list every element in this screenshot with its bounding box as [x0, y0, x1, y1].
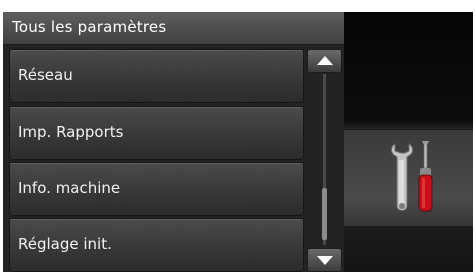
- scroll-thumb[interactable]: [322, 188, 327, 240]
- arrow-down-icon: [317, 256, 333, 265]
- menu-item-label: Imp. Rapports: [18, 123, 124, 141]
- scrollbar[interactable]: [307, 49, 342, 272]
- illustration-panel: [344, 12, 473, 272]
- page-title: Tous les paramètres: [12, 18, 167, 36]
- scroll-up-button[interactable]: [307, 49, 342, 73]
- menu-item-label: Info. machine: [18, 179, 121, 197]
- scroll-down-button[interactable]: [307, 248, 342, 272]
- screwdriver-icon: [418, 141, 433, 212]
- title-bar: Tous les paramètres: [3, 12, 344, 45]
- lcd-screen: Tous les paramètres Réseau Imp. Rapports…: [3, 12, 473, 272]
- arrow-up-icon: [317, 56, 333, 65]
- menu-item-label: Réseau: [18, 66, 73, 84]
- wrench-icon: [391, 143, 413, 211]
- settings-panel: Tous les paramètres Réseau Imp. Rapports…: [3, 12, 344, 272]
- tools-icon: [391, 141, 433, 212]
- menu-item-label: Réglage init.: [18, 235, 112, 253]
- menu-item-reglage-init[interactable]: Réglage init.: [9, 218, 304, 272]
- menu-item-imp-rapports[interactable]: Imp. Rapports: [9, 106, 304, 160]
- menu-item-reseau[interactable]: Réseau: [9, 49, 304, 103]
- menu-item-info-machine[interactable]: Info. machine: [9, 162, 304, 216]
